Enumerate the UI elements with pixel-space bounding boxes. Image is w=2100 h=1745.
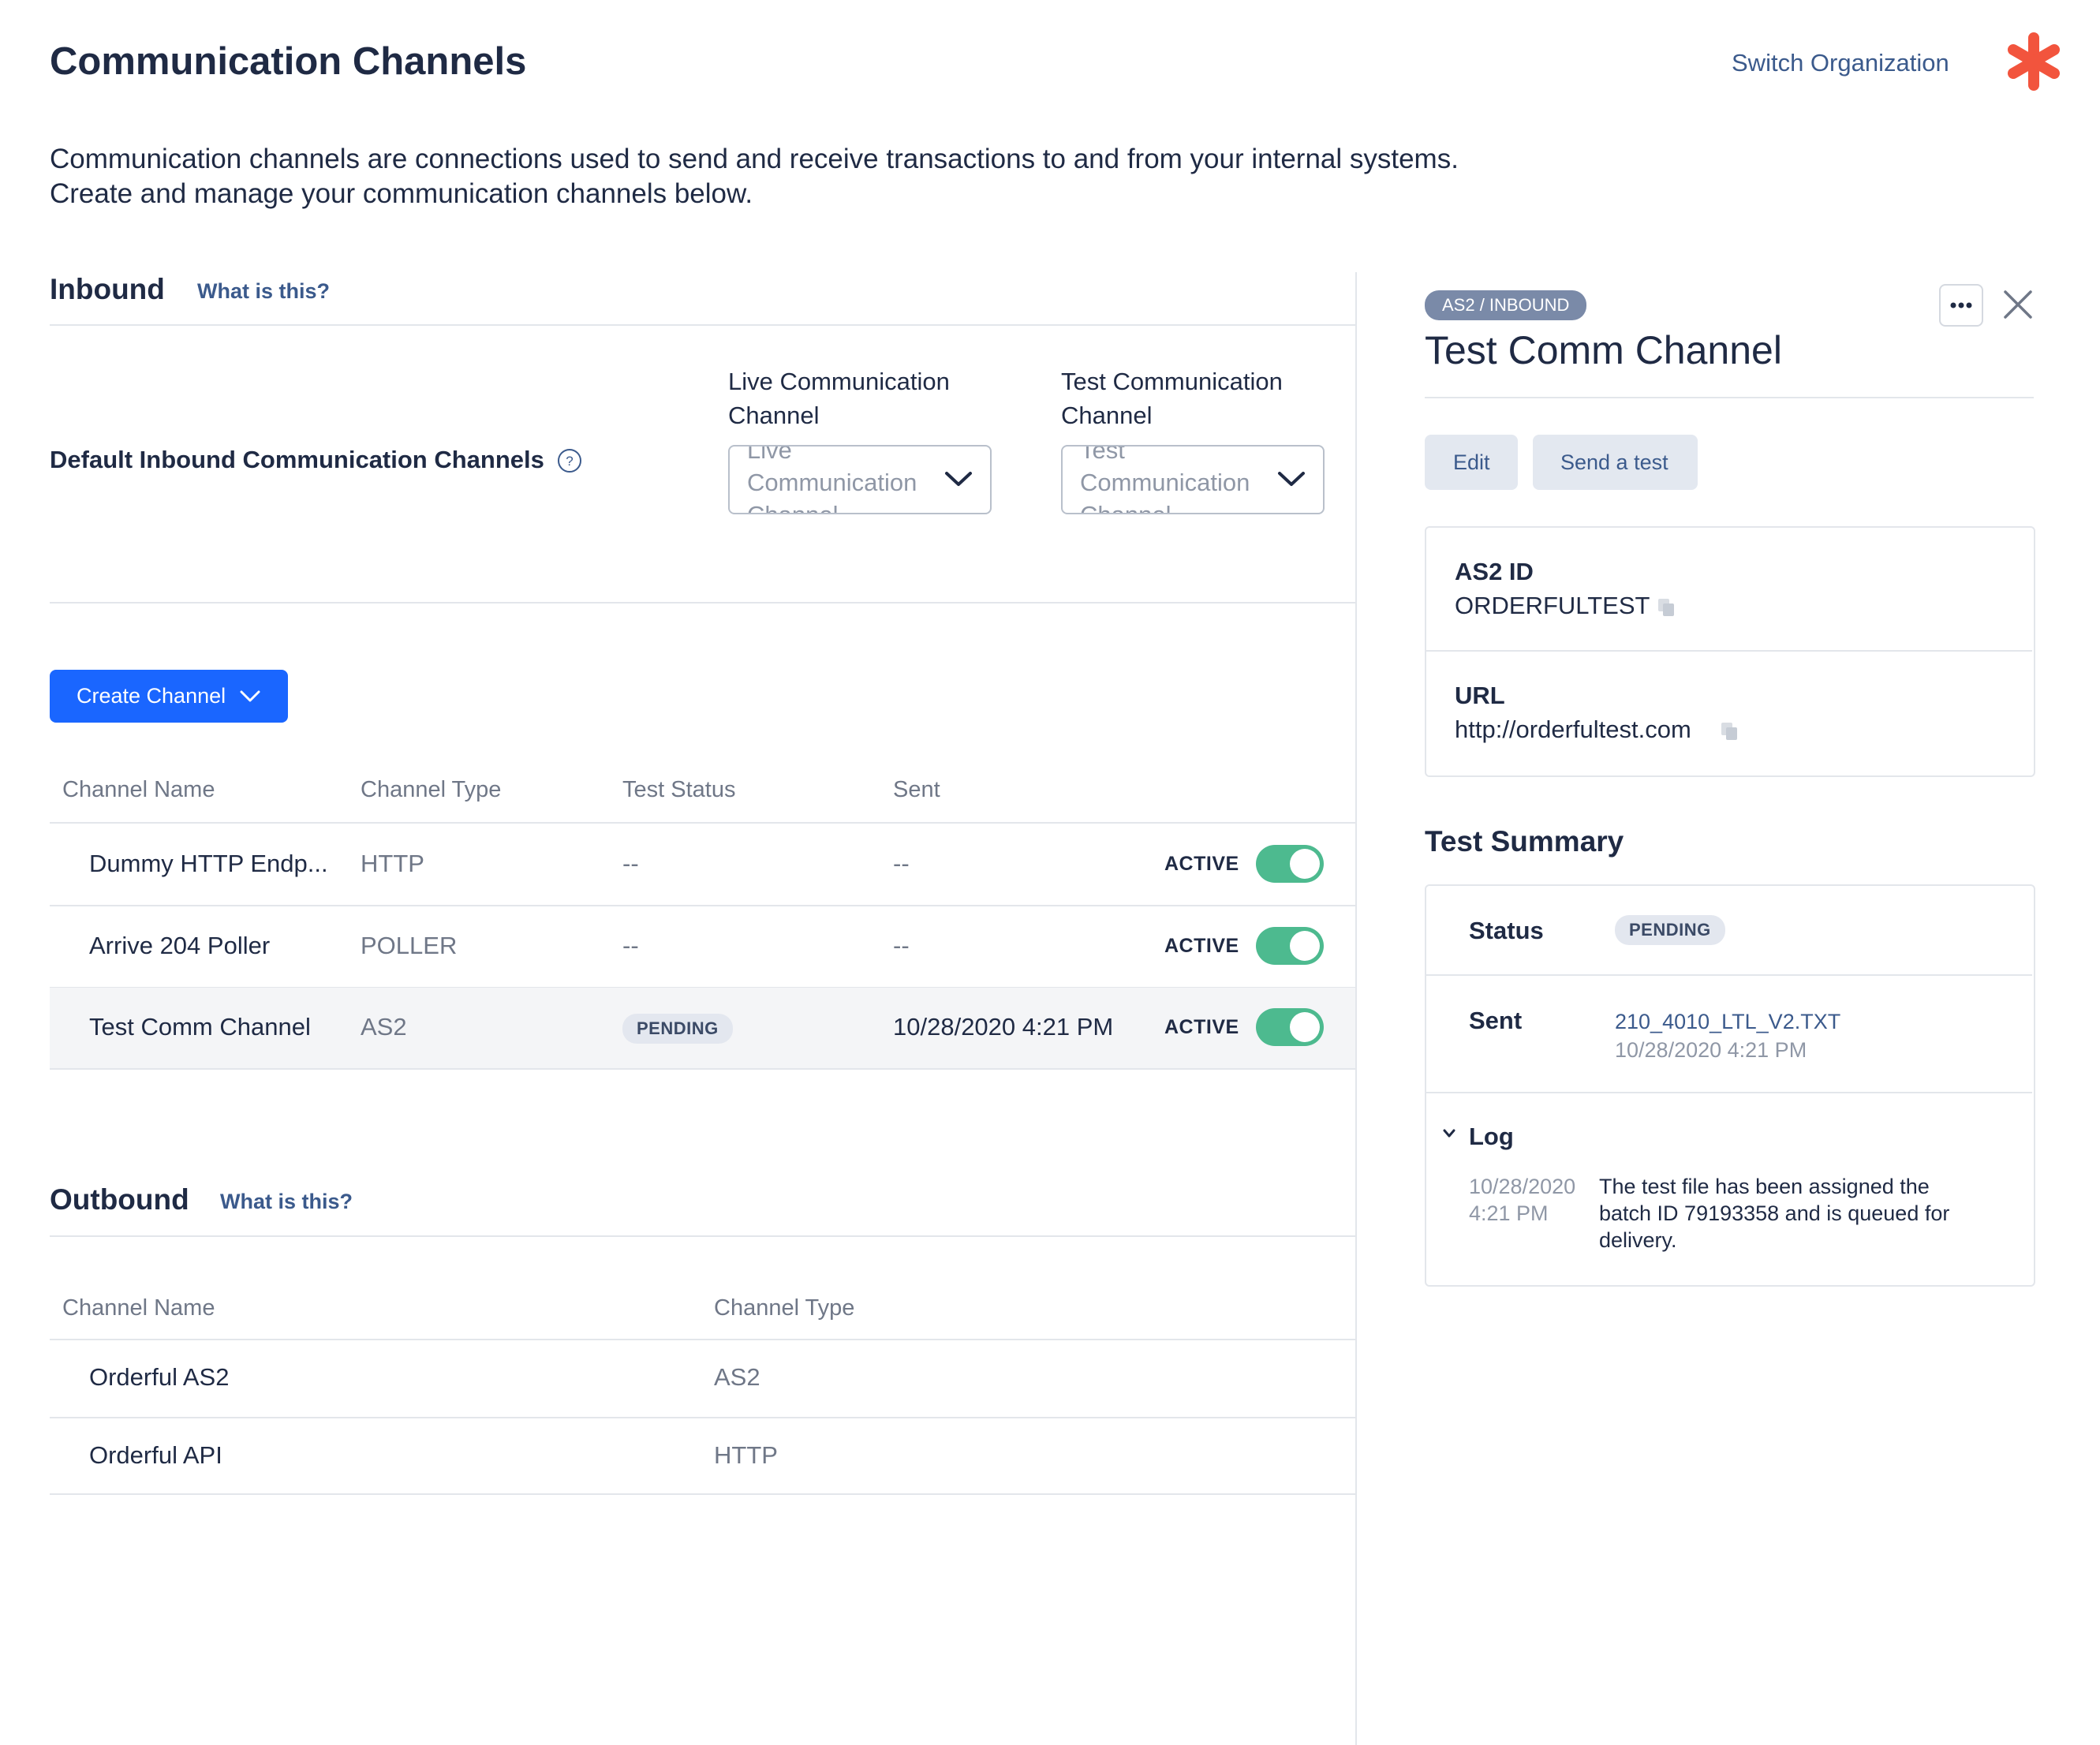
log-label[interactable]: Log — [1469, 1123, 1514, 1151]
table-row-2-active-toggle[interactable] — [1256, 927, 1324, 965]
col-test-status: Test Status — [622, 777, 736, 802]
url-label: URL — [1455, 682, 1505, 709]
intro-line-2: Create and manage your communication cha… — [50, 178, 753, 209]
test-channel-select[interactable]: Test Communication Channel — [1061, 445, 1325, 514]
help-icon[interactable]: ? — [557, 448, 582, 473]
send-test-button[interactable]: Send a test — [1533, 435, 1698, 490]
page-title: Communication Channels — [50, 40, 527, 83]
outbound-title: Outbound — [50, 1183, 189, 1216]
panel-divider — [1355, 272, 1357, 1745]
table-row-1-active-toggle[interactable] — [1256, 845, 1324, 883]
row-divider — [50, 1493, 1355, 1495]
create-channel-label: Create Channel — [77, 684, 226, 708]
out-header-divider — [50, 1339, 1355, 1340]
test-channel-header: Test Communication Channel — [1061, 368, 1283, 429]
more-options-button[interactable] — [1939, 284, 1983, 327]
live-channel-placeholder: Live Communication Channel — [747, 445, 917, 513]
chevron-down-icon — [1278, 472, 1305, 486]
sent-label: Sent — [1469, 1007, 1523, 1034]
status-badge: PENDING — [1615, 915, 1725, 945]
inbound-title: Inbound — [50, 273, 165, 305]
row-divider — [50, 1417, 1355, 1418]
col-sent: Sent — [893, 777, 940, 802]
chevron-down-icon — [945, 472, 972, 486]
table-row-3-name[interactable]: Test Comm Channel — [89, 1013, 311, 1041]
table-row-2-type: POLLER — [361, 932, 458, 959]
close-icon[interactable] — [2002, 289, 2034, 320]
table-row-2-state: ACTIVE — [1164, 935, 1239, 957]
log-message: The test file has been assigned the batc… — [1599, 1175, 1950, 1252]
out-row-1-type: AS2 — [714, 1363, 760, 1391]
out-col-channel-type: Channel Type — [714, 1295, 855, 1321]
table-row-2-sent: -- — [893, 932, 910, 959]
switch-organization-link[interactable]: Switch Organization — [1732, 49, 1949, 77]
out-row-2-name[interactable]: Orderful API — [89, 1441, 222, 1470]
live-channel-select[interactable]: Live Communication Channel — [728, 445, 992, 514]
table-header-divider — [50, 822, 1355, 824]
table-row-1-name[interactable]: Dummy HTTP Endp... — [89, 850, 328, 878]
panel-title: Test Comm Channel — [1425, 328, 1782, 372]
col-channel-name: Channel Name — [62, 777, 215, 802]
table-row-3-active-toggle[interactable] — [1256, 1008, 1324, 1046]
table-row-1-type: HTTP — [361, 850, 424, 877]
outbound-divider — [50, 1235, 1355, 1237]
status-label: Status — [1469, 917, 1544, 944]
live-channel-header: Live Communication Channel — [728, 368, 950, 429]
url-value: http://orderfultest.com — [1455, 716, 1691, 743]
more-horizontal-icon — [1950, 302, 1972, 308]
row-divider — [50, 1068, 1355, 1070]
as2-id-label: AS2 ID — [1455, 558, 1534, 585]
chevron-down-icon[interactable] — [1442, 1128, 1456, 1139]
inbound-divider — [50, 324, 1355, 326]
log-date: 10/28/2020 — [1469, 1175, 1576, 1198]
default-inbound-label: Default Inbound Communication Channels — [50, 446, 544, 473]
row-divider — [50, 905, 1355, 906]
card-divider — [1426, 650, 2032, 652]
sent-timestamp: 10/28/2020 4:21 PM — [1615, 1038, 1807, 1062]
svg-text:?: ? — [566, 454, 573, 469]
out-col-channel-name: Channel Name — [62, 1295, 215, 1321]
default-channels-divider — [50, 602, 1355, 603]
create-channel-button[interactable]: Create Channel — [50, 670, 288, 723]
chevron-down-icon — [240, 690, 260, 702]
table-row-2-name[interactable]: Arrive 204 Poller — [89, 932, 270, 960]
summary-divider — [1426, 1092, 2032, 1093]
intro-line-1: Communication channels are connections u… — [50, 144, 1459, 174]
as2-id-value: ORDERFULTEST — [1455, 592, 1650, 619]
intro-text: Communication channels are connections u… — [50, 142, 1459, 211]
channel-type-badge: AS2 / INBOUND — [1425, 290, 1587, 320]
table-row-1-sent: -- — [893, 850, 910, 877]
out-row-1-name[interactable]: Orderful AS2 — [89, 1363, 229, 1392]
table-row-2-test-status: -- — [622, 932, 639, 959]
copy-icon[interactable] — [1657, 597, 1676, 618]
copy-icon[interactable] — [1720, 721, 1739, 742]
table-row-3-status-badge: PENDING — [622, 1014, 733, 1044]
panel-title-divider — [1425, 397, 2034, 398]
test-channel-placeholder: Test Communication Channel — [1080, 445, 1250, 513]
outbound-what-link[interactable]: What is this? — [220, 1190, 353, 1214]
table-row-1-test-status: -- — [622, 850, 639, 877]
summary-divider — [1426, 974, 2032, 976]
col-channel-type: Channel Type — [361, 777, 502, 802]
brand-asterisk-icon[interactable] — [2004, 32, 2064, 92]
table-row-3-state: ACTIVE — [1164, 1016, 1239, 1038]
table-row-3-type: AS2 — [361, 1013, 407, 1041]
table-row-1-state: ACTIVE — [1164, 853, 1239, 875]
test-summary-title: Test Summary — [1425, 825, 1624, 858]
sent-file-link[interactable]: 210_4010_LTL_V2.TXT — [1615, 1010, 1840, 1034]
log-time: 4:21 PM — [1469, 1201, 1549, 1225]
inbound-what-link[interactable]: What is this? — [197, 279, 330, 304]
table-row-3-sent: 10/28/2020 4:21 PM — [893, 1013, 1114, 1041]
edit-button[interactable]: Edit — [1425, 435, 1518, 490]
out-row-2-type: HTTP — [714, 1441, 778, 1469]
